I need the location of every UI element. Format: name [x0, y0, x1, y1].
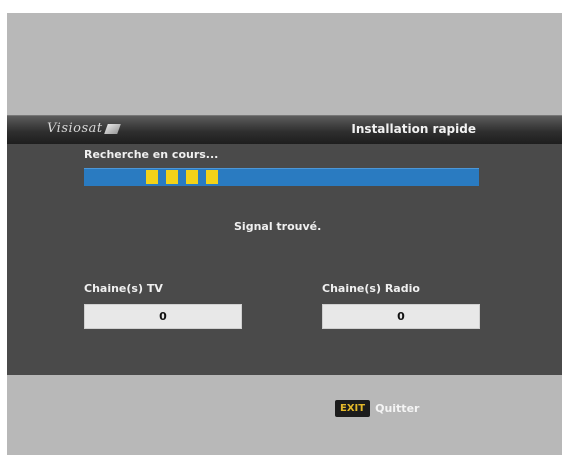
- scan-panel: Recherche en cours... Signal trouvé. Cha…: [7, 144, 562, 375]
- brand-logo: Visiosat: [47, 121, 121, 136]
- progress-segment: [166, 170, 178, 184]
- brand-logo-text: Visiosat: [47, 121, 103, 136]
- progress-segment: [206, 170, 218, 184]
- top-band: [7, 13, 562, 115]
- radio-channels-count: 0: [322, 304, 480, 329]
- bottom-band: [7, 375, 562, 455]
- progress-segment: [186, 170, 198, 184]
- screen-title: Installation rapide: [351, 122, 476, 136]
- tv-channels-count: 0: [84, 304, 242, 329]
- exit-button[interactable]: EXIT Quitter: [335, 400, 419, 417]
- title-bar: Visiosat Installation rapide: [7, 115, 562, 144]
- scan-progress-bar: [84, 168, 479, 186]
- search-status-label: Recherche en cours...: [84, 148, 219, 161]
- radio-channels-label: Chaine(s) Radio: [322, 282, 420, 295]
- tv-screen: Visiosat Installation rapide Recherche e…: [7, 13, 562, 455]
- brand-logo-icon: [103, 123, 121, 134]
- tv-channels-label: Chaine(s) TV: [84, 282, 163, 295]
- signal-status: Signal trouvé.: [234, 220, 322, 233]
- exit-key-icon: EXIT: [335, 400, 371, 417]
- exit-label: Quitter: [375, 402, 420, 415]
- progress-segment: [146, 170, 158, 184]
